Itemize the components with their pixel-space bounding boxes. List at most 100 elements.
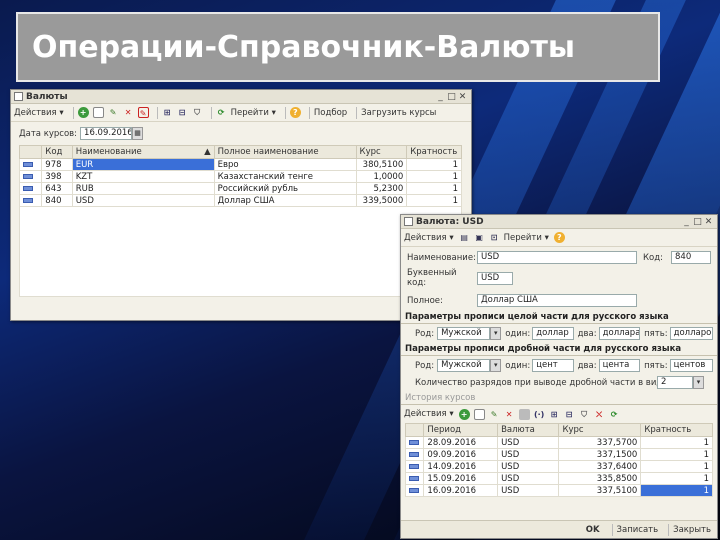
remove-filter-icon[interactable]: ⛌ bbox=[594, 409, 605, 420]
hist-currency-header[interactable]: Валюта bbox=[497, 423, 560, 437]
clear-filter-icon[interactable]: ⛉ bbox=[192, 107, 203, 118]
frac-five-input[interactable]: центов bbox=[669, 359, 714, 372]
hist-period-header[interactable]: Период bbox=[423, 423, 499, 437]
filter-list-icon[interactable]: ⊟ bbox=[177, 107, 188, 118]
minimize-icon[interactable]: _ bbox=[681, 217, 692, 227]
maximize-icon[interactable]: □ bbox=[692, 217, 703, 227]
add-icon[interactable]: + bbox=[458, 408, 470, 420]
frac-gender-dropdown-icon[interactable]: ▾ bbox=[490, 359, 502, 372]
history-row[interactable]: 15.09.2016 USD 335,8500 1 bbox=[404, 472, 713, 485]
whole-five-input[interactable]: долларов bbox=[669, 327, 714, 340]
whole-gender-dropdown-icon[interactable]: ▾ bbox=[490, 327, 502, 340]
history-row[interactable]: 16.09.2016 USD 337,5100 1 bbox=[404, 484, 713, 497]
help-icon[interactable]: ? bbox=[289, 107, 301, 118]
goto-menu[interactable]: Перейти ▾ bbox=[504, 233, 549, 243]
close-icon[interactable]: ✕ bbox=[703, 217, 714, 227]
table-row[interactable]: 643 RUB Российский рубль 5,2300 1 bbox=[18, 182, 462, 195]
whole-two-input[interactable]: доллара bbox=[598, 327, 641, 340]
detail-window-title: Валюта: USD bbox=[416, 216, 484, 227]
close-icon[interactable]: ✕ bbox=[457, 92, 468, 102]
whole-one-label: один: bbox=[505, 328, 531, 339]
whole-gender-label: Род: bbox=[415, 328, 435, 339]
cell-name[interactable]: EUR bbox=[71, 158, 215, 171]
delete-icon[interactable]: ✕ bbox=[123, 107, 134, 118]
selection-button[interactable]: Подбор bbox=[314, 108, 347, 118]
save-icon[interactable]: ▤ bbox=[459, 232, 470, 243]
frac-digits-dropdown-icon[interactable]: ▾ bbox=[693, 376, 704, 389]
date-input[interactable]: 16.09.2016 bbox=[80, 127, 133, 140]
ok-button[interactable]: OK bbox=[586, 525, 600, 535]
mark-delete-icon[interactable]: ✎ bbox=[137, 107, 149, 118]
cell-mult: 1 bbox=[640, 436, 713, 449]
cell-code: 398 bbox=[41, 170, 73, 183]
copy-icon[interactable] bbox=[473, 408, 485, 420]
calendar-icon[interactable]: ▦ bbox=[132, 127, 144, 140]
hist-mult-header[interactable]: Кратность bbox=[640, 423, 713, 437]
frac-digits-select[interactable]: 2 bbox=[657, 376, 693, 389]
table-row[interactable]: 398 KZT Казахстанский тенге 1,0000 1 bbox=[18, 170, 462, 183]
mark-icon[interactable] bbox=[518, 408, 530, 420]
col-code-header[interactable]: Код bbox=[41, 145, 73, 159]
help-icon[interactable]: ? bbox=[553, 232, 565, 243]
filter-list-icon[interactable]: ⊟ bbox=[564, 409, 575, 420]
currencies-table: Код Наименование ▲ Полное наименование Ку… bbox=[18, 145, 462, 207]
copy-icon[interactable] bbox=[92, 107, 104, 118]
minimize-icon[interactable]: _ bbox=[435, 92, 446, 102]
edit-icon[interactable]: ✎ bbox=[489, 409, 500, 420]
refresh-icon[interactable]: ⟳ bbox=[216, 107, 227, 118]
history-row[interactable]: 09.09.2016 USD 337,1500 1 bbox=[404, 448, 713, 461]
filter-icon[interactable]: ⊞ bbox=[549, 409, 560, 420]
save-button[interactable]: Записать bbox=[617, 525, 659, 535]
frac-one-label: один: bbox=[505, 360, 531, 371]
history-row[interactable]: 28.09.2016 USD 337,5700 1 bbox=[404, 436, 713, 449]
col-rate-header[interactable]: Курс bbox=[355, 145, 408, 159]
cell-full: Российский рубль bbox=[213, 182, 357, 195]
frac-five-label: пять: bbox=[644, 360, 668, 371]
period-icon[interactable]: (·) bbox=[534, 409, 545, 420]
frac-two-input[interactable]: цента bbox=[598, 359, 641, 372]
cell-mult: 1 bbox=[640, 460, 713, 473]
maximize-icon[interactable]: □ bbox=[446, 92, 457, 102]
close-button[interactable]: Закрыть bbox=[673, 525, 711, 535]
separator bbox=[156, 106, 158, 119]
edit-icon[interactable]: ✎ bbox=[108, 107, 119, 118]
code-input[interactable]: 840 bbox=[671, 251, 711, 264]
cell-currency: USD bbox=[497, 484, 560, 497]
cell-name: RUB bbox=[71, 182, 215, 195]
whole-one-input[interactable]: доллар bbox=[532, 327, 574, 340]
row-icon bbox=[18, 158, 43, 171]
hist-rate-header[interactable]: Курс bbox=[558, 423, 642, 437]
table-empty-area bbox=[19, 207, 462, 297]
digit-label: Буквенный код: bbox=[407, 268, 457, 288]
full-input[interactable]: Доллар США bbox=[477, 294, 637, 307]
row-icon bbox=[404, 484, 425, 497]
history-row[interactable]: 14.09.2016 USD 337,6400 1 bbox=[404, 460, 713, 473]
add-icon[interactable]: + bbox=[77, 107, 89, 118]
col-full-header[interactable]: Полное наименование bbox=[213, 145, 357, 159]
load-rates-button[interactable]: Загрузить курсы bbox=[361, 108, 436, 118]
col-name-header[interactable]: Наименование ▲ bbox=[71, 145, 215, 159]
window-icon bbox=[14, 92, 23, 101]
frac-one-input[interactable]: цент bbox=[532, 359, 574, 372]
frac-gender-select[interactable]: Мужской bbox=[437, 359, 491, 372]
detail-toolbar: Действия ▾ ▤ ▣ ⊡ Перейти ▾ ? bbox=[401, 229, 717, 247]
name-input[interactable]: USD bbox=[477, 251, 637, 264]
digit-input[interactable]: USD bbox=[477, 271, 513, 285]
open-icon[interactable]: ▣ bbox=[474, 232, 485, 243]
actions-menu[interactable]: Действия ▾ bbox=[404, 233, 454, 243]
delete-icon[interactable]: ✕ bbox=[504, 409, 515, 420]
actions-menu[interactable]: Действия ▾ bbox=[14, 108, 64, 118]
cell-full: Евро bbox=[213, 158, 357, 171]
goto-menu[interactable]: Перейти ▾ bbox=[231, 108, 276, 118]
cell-period: 09.09.2016 bbox=[423, 448, 499, 461]
table-row[interactable]: 840 USD Доллар США 339,5000 1 bbox=[18, 194, 462, 207]
clear-filter-icon[interactable]: ⛉ bbox=[579, 409, 590, 420]
filter-icon[interactable]: ⊞ bbox=[162, 107, 173, 118]
table-row[interactable]: 978 EUR Евро 380,5100 1 bbox=[18, 158, 462, 171]
refresh-icon[interactable]: ⟳ bbox=[609, 409, 620, 420]
print-icon[interactable]: ⊡ bbox=[489, 232, 500, 243]
col-mult-header[interactable]: Кратность bbox=[406, 145, 462, 159]
whole-gender-select[interactable]: Мужской bbox=[437, 327, 491, 340]
cell-mult[interactable]: 1 bbox=[640, 484, 713, 497]
history-actions-menu[interactable]: Действия ▾ bbox=[404, 409, 454, 419]
